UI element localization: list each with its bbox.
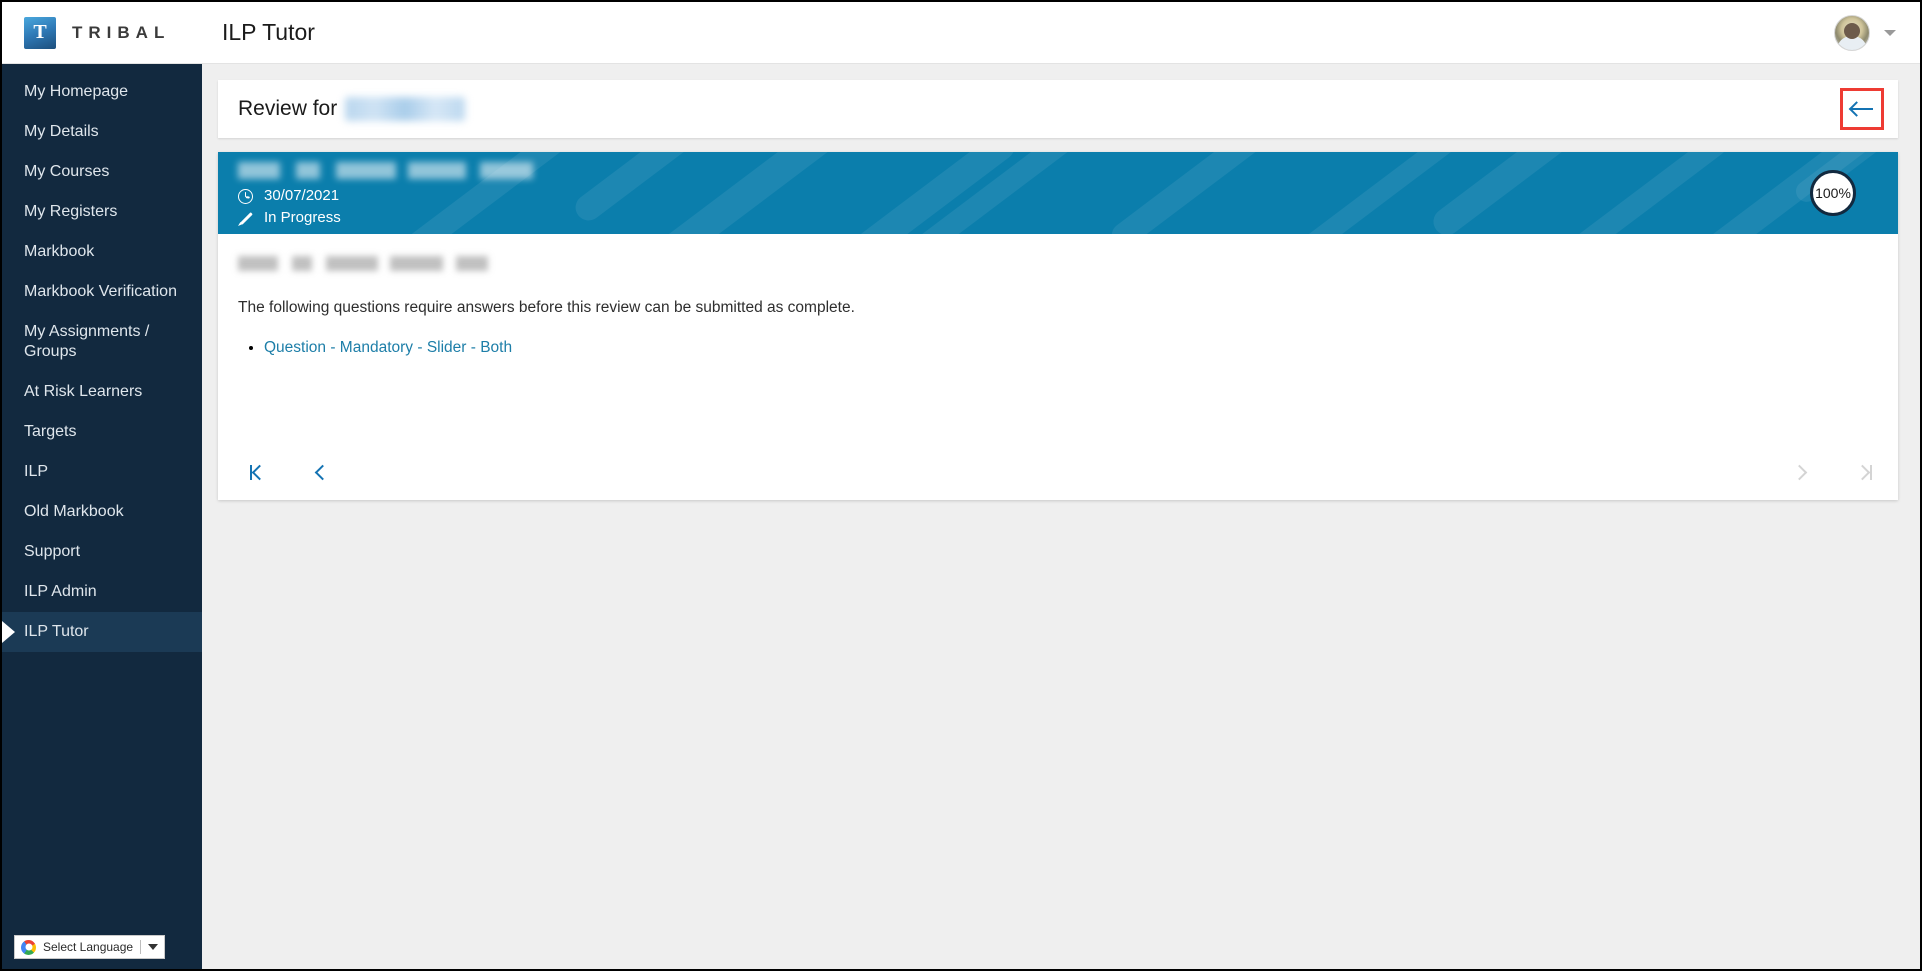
sidebar-item-label: Support [24, 543, 81, 560]
sidebar-item-label: My Assignments / Groups [24, 323, 150, 360]
sidebar-nav-list: My Homepage My Details My Courses My Reg… [2, 64, 202, 652]
sidebar-item-label: My Registers [24, 203, 118, 220]
application-window: T TRIBAL ILP Tutor My Homepage My Detail… [0, 0, 1922, 971]
last-page-button [1854, 464, 1872, 480]
clock-icon [238, 188, 253, 204]
review-header-card: Review for Student ABC [218, 80, 1898, 138]
sidebar-item-markbook[interactable]: Markbook [2, 232, 202, 272]
sidebar-item-label: My Homepage [24, 83, 129, 100]
sidebar-item-my-courses[interactable]: My Courses [2, 152, 202, 192]
active-indicator-arrow-icon [2, 621, 15, 643]
review-banner: 30/07/2021 In Progress 100% [218, 152, 1898, 234]
sidebar-item-label: Old Markbook [24, 503, 124, 520]
list-item: Question - Mandatory - Slider - Both [264, 339, 1878, 357]
question-link[interactable]: Question - Mandatory - Slider - Both [264, 339, 512, 356]
back-button[interactable] [1840, 88, 1884, 130]
sidebar: My Homepage My Details My Courses My Reg… [2, 64, 202, 969]
sidebar-item-label: My Details [24, 123, 99, 140]
review-heading: Review for Student ABC [238, 97, 466, 121]
page-title: ILP Tutor [222, 19, 315, 45]
pencil-icon [238, 211, 253, 226]
chevron-right-icon [1791, 464, 1808, 480]
sidebar-item-label: Targets [24, 423, 77, 440]
review-body-heading-redacted [238, 256, 488, 271]
main-content: Review for Student ABC [202, 64, 1920, 969]
review-subject-name-redacted: Student ABC [345, 97, 466, 121]
sidebar-item-old-markbook[interactable]: Old Markbook [2, 492, 202, 532]
top-bar-right [1834, 14, 1920, 51]
pagination [218, 444, 1898, 500]
review-banner-meta: 30/07/2021 In Progress [238, 186, 1898, 228]
sidebar-item-label: My Courses [24, 163, 110, 180]
review-heading-prefix: Review for [238, 97, 338, 120]
review-content-card: 30/07/2021 In Progress 100% The followin… [218, 152, 1898, 500]
status-badge: In Progress [264, 209, 341, 226]
sidebar-item-ilp-tutor[interactable]: ILP Tutor [2, 612, 202, 652]
review-message: The following questions require answers … [238, 299, 855, 316]
progress-badge: 100% [1810, 170, 1856, 216]
divider [140, 940, 142, 954]
chevron-down-icon[interactable] [148, 944, 159, 950]
sidebar-item-my-homepage[interactable]: My Homepage [2, 72, 202, 112]
sidebar-item-label: Markbook [24, 243, 95, 260]
sidebar-item-at-risk-learners[interactable]: At Risk Learners [2, 372, 202, 412]
sidebar-item-my-registers[interactable]: My Registers [2, 192, 202, 232]
review-body: The following questions require answers … [218, 234, 1898, 444]
language-selector-label: Select Language [43, 940, 134, 954]
sidebar-item-label: ILP Admin [24, 583, 97, 600]
review-status-row: In Progress [238, 208, 1898, 228]
next-page-button [1791, 464, 1808, 480]
sidebar-item-my-details[interactable]: My Details [2, 112, 202, 152]
chevron-right-icon [1854, 464, 1871, 480]
review-date-row: 30/07/2021 [238, 186, 1898, 206]
sidebar-item-ilp-admin[interactable]: ILP Admin [2, 572, 202, 612]
chevron-left-icon [251, 464, 268, 480]
pending-questions-list: Question - Mandatory - Slider - Both [264, 339, 1878, 357]
sidebar-item-label: ILP Tutor [24, 623, 89, 640]
review-date: 30/07/2021 [264, 187, 340, 204]
top-bar: T TRIBAL ILP Tutor [2, 2, 1920, 64]
review-banner-title-redacted [238, 162, 533, 179]
chevron-down-icon[interactable] [1884, 29, 1896, 36]
chevron-left-icon [314, 464, 331, 480]
sidebar-item-label: ILP [24, 463, 49, 480]
avatar[interactable] [1834, 14, 1870, 51]
first-page-button[interactable] [250, 464, 268, 480]
brand-name: TRIBAL [72, 22, 171, 42]
arrow-left-icon [1851, 108, 1873, 110]
sidebar-item-label: Markbook Verification [24, 283, 177, 300]
sidebar-item-ilp[interactable]: ILP [2, 452, 202, 492]
language-selector[interactable]: Select Language [14, 935, 166, 959]
tribal-logo-icon: T [24, 16, 56, 49]
sidebar-item-targets[interactable]: Targets [2, 412, 202, 452]
sidebar-item-my-assignments-groups[interactable]: My Assignments / Groups [2, 312, 202, 372]
google-logo-icon [21, 939, 36, 955]
sidebar-item-support[interactable]: Support [2, 532, 202, 572]
sidebar-item-markbook-verification[interactable]: Markbook Verification [2, 272, 202, 312]
brand-logo[interactable]: T TRIBAL [2, 16, 202, 49]
previous-page-button[interactable] [314, 464, 331, 480]
sidebar-item-label: At Risk Learners [24, 383, 143, 400]
